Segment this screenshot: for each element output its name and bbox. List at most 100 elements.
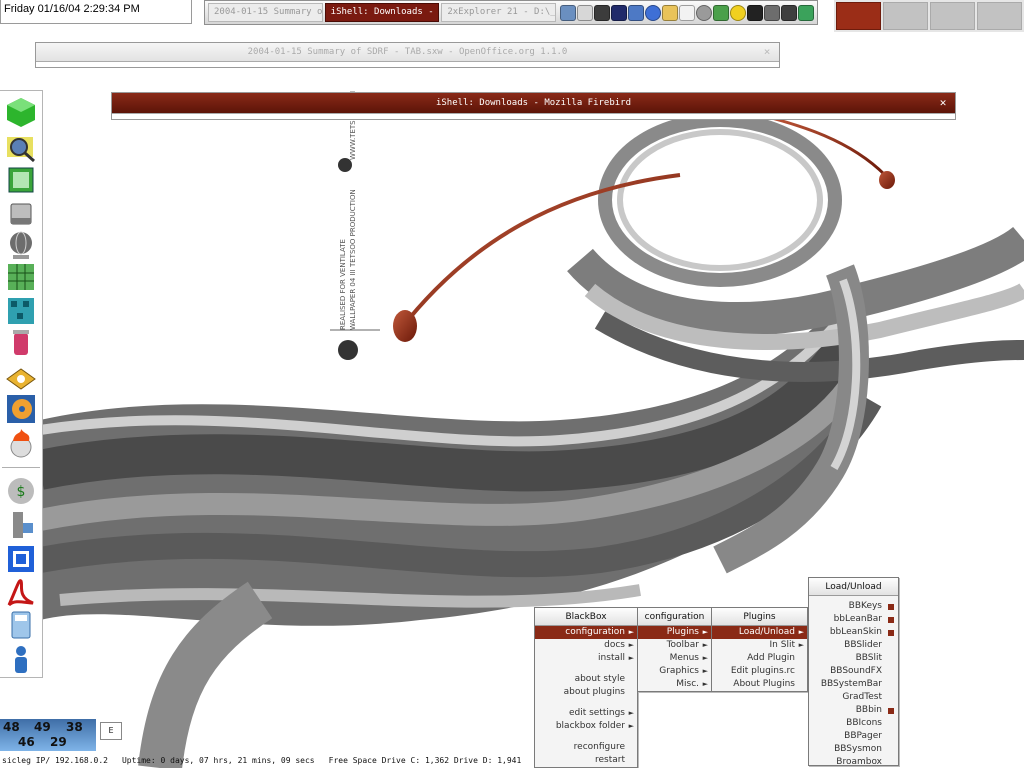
submenu-arrow-icon: ► — [628, 722, 634, 730]
submenu-arrow-icon: ► — [628, 654, 634, 662]
plugin-item-bbkeys[interactable]: BBKeys — [809, 600, 898, 613]
spreadsheet-icon[interactable] — [5, 261, 37, 293]
folder-icon[interactable] — [662, 4, 679, 21]
task-firebird[interactable]: iShell: Downloads - Mozill... — [324, 3, 440, 22]
cd-icon[interactable] — [696, 4, 713, 21]
desktop-3[interactable] — [930, 2, 975, 30]
bin-icon[interactable] — [5, 327, 37, 359]
loaded-check-icon — [888, 604, 894, 610]
menu-item-blackbox-folder[interactable]: blackbox folder ► — [535, 720, 637, 733]
fire-cd-icon[interactable] — [5, 427, 37, 459]
plugin-item-broambox[interactable]: Broambox — [809, 756, 898, 768]
menu-item-edit-plugins-rc[interactable]: Edit plugins.rc — [712, 665, 807, 678]
money-globe-icon[interactable]: $ — [5, 475, 37, 507]
menu-item-reconfigure[interactable]: reconfigure — [535, 741, 637, 754]
dock-separator — [2, 467, 40, 468]
plugin-item-bbslider[interactable]: BBSlider — [809, 639, 898, 652]
plugin-item-gradtest[interactable]: GradTest — [809, 691, 898, 704]
menu-item-about-style[interactable]: about style — [535, 673, 637, 686]
cube-icon[interactable] — [5, 96, 37, 128]
screen-icon[interactable] — [781, 4, 798, 21]
plugin-item-bbsystembar[interactable]: BBSystemBar — [809, 678, 898, 691]
firebird-window-title[interactable]: iShell: Downloads - Mozilla Firebird ✕ — [112, 93, 955, 113]
submenu-arrow-icon: ► — [702, 654, 708, 662]
grid-app-icon[interactable] — [5, 543, 37, 575]
menu-item-about-plugins[interactable]: About Plugins — [712, 678, 807, 691]
globe-icon[interactable] — [5, 229, 37, 261]
plugin-item-bbsysmon[interactable]: BBSysmon — [809, 743, 898, 756]
scanner-icon[interactable] — [5, 361, 37, 393]
firebird-title-text: iShell: Downloads - Mozilla Firebird — [435, 98, 632, 108]
terminal-icon[interactable] — [764, 4, 781, 21]
menu-item-install[interactable]: install ► — [535, 652, 637, 665]
printer-icon[interactable] — [577, 4, 594, 21]
window-icon[interactable] — [594, 4, 611, 21]
submenu-arrow-icon: ► — [702, 641, 708, 649]
grid-icon[interactable] — [713, 4, 730, 21]
firebird-window[interactable]: iShell: Downloads - Mozilla Firebird ✕ — [111, 92, 956, 120]
loaded-check-icon — [888, 617, 894, 623]
menu-item-graphics[interactable]: Graphics ► — [638, 665, 711, 678]
submenu-arrow-icon: ► — [702, 680, 708, 688]
tool-icon[interactable] — [628, 4, 645, 21]
menu-item-configuration[interactable]: configuration ► — [535, 626, 637, 639]
person-icon[interactable] — [5, 643, 37, 675]
task-2xexplorer[interactable]: 2xExplorer 21 - D:\_web... — [441, 3, 557, 22]
menu-item-restart[interactable]: restart — [535, 754, 637, 767]
meter-value: 38 — [66, 720, 83, 734]
recycle-icon[interactable] — [798, 4, 815, 21]
close-icon[interactable]: ✕ — [937, 93, 949, 113]
menu-item-in-slit[interactable]: In Slit ► — [712, 639, 807, 652]
openoffice-window[interactable]: 2004-01-15 Summary of SDRF - TAB.sxw - O… — [35, 42, 780, 68]
load-unload-menu: Load/Unload BBKeys bbLeanBar bbLeanSkin … — [808, 577, 899, 768]
media-icon[interactable] — [747, 4, 764, 21]
desktop-4[interactable] — [977, 2, 1022, 30]
plugin-item-bbpager[interactable]: BBPager — [809, 730, 898, 743]
task-openoffice[interactable]: 2004-01-15 Summary of ... — [208, 3, 323, 22]
meter-value: 48 — [3, 720, 20, 734]
radiation-icon[interactable] — [730, 4, 747, 21]
menu-item-menus[interactable]: Menus ► — [638, 652, 711, 665]
network-blocks-icon[interactable] — [5, 295, 37, 327]
free-space-text: Free Space Drive C: 1,362 Drive D: 1,941 — [328, 755, 522, 765]
host-ip-text: sicleg IP/ 192.168.0.2 — [2, 755, 108, 765]
load-unload-menu-title: Load/Unload — [809, 578, 898, 596]
refresh-icon[interactable] — [645, 4, 662, 21]
small-widget-box[interactable]: E — [100, 722, 122, 740]
menu-item-plugins[interactable]: Plugins ► — [638, 626, 711, 639]
plugin-item-bbslit[interactable]: BBSlit — [809, 652, 898, 665]
close-icon[interactable]: × — [761, 43, 773, 61]
blackbox-menu: BlackBox configuration ► docs ► install ► a… — [534, 607, 638, 768]
menu-item-toolbar[interactable]: Toolbar ► — [638, 639, 711, 652]
menu-item-misc[interactable]: Misc. ► — [638, 678, 711, 691]
submenu-arrow-icon: ► — [702, 628, 708, 636]
loaded-check-icon — [888, 708, 894, 714]
loaded-check-icon — [888, 630, 894, 636]
server-icon[interactable] — [5, 509, 37, 541]
menu-item-docs[interactable]: docs ► — [535, 639, 637, 652]
disk-icon[interactable] — [5, 198, 37, 230]
mail-icon[interactable] — [679, 4, 696, 21]
media-player-icon[interactable] — [5, 393, 37, 425]
menu-item-edit-settings[interactable]: edit settings ► — [535, 707, 637, 720]
meter-value: 29 — [50, 735, 67, 749]
notebook-icon[interactable] — [5, 164, 37, 196]
menu-item-add-plugin[interactable]: Add Plugin — [712, 652, 807, 665]
network-icon[interactable] — [560, 4, 577, 21]
font-icon[interactable] — [611, 4, 628, 21]
menu-item-about-plugins[interactable]: about plugins — [535, 686, 637, 699]
desktop-2[interactable] — [883, 2, 928, 30]
plugin-item-bbsoundfx[interactable]: BBSoundFX — [809, 665, 898, 678]
openoffice-title-text: 2004-01-15 Summary of SDRF - TAB.sxw - O… — [247, 47, 568, 57]
plugin-item-bbicons[interactable]: BBIcons — [809, 717, 898, 730]
desktop-1[interactable] — [836, 2, 881, 30]
magnifier-icon[interactable] — [5, 131, 37, 163]
calculator-icon[interactable] — [5, 609, 37, 641]
menu-item-load-unload[interactable]: Load/Unload ► — [712, 626, 807, 639]
openoffice-window-title[interactable]: 2004-01-15 Summary of SDRF - TAB.sxw - O… — [36, 43, 779, 61]
plugin-item-bbleanbar[interactable]: bbLeanBar — [809, 613, 898, 626]
plugin-item-bbleanskin[interactable]: bbLeanSkin — [809, 626, 898, 639]
acrobat-icon[interactable] — [5, 577, 37, 609]
clock-display: Friday 01/16/04 2:29:34 PM — [0, 0, 192, 24]
plugin-item-bbbin[interactable]: BBbin — [809, 704, 898, 717]
